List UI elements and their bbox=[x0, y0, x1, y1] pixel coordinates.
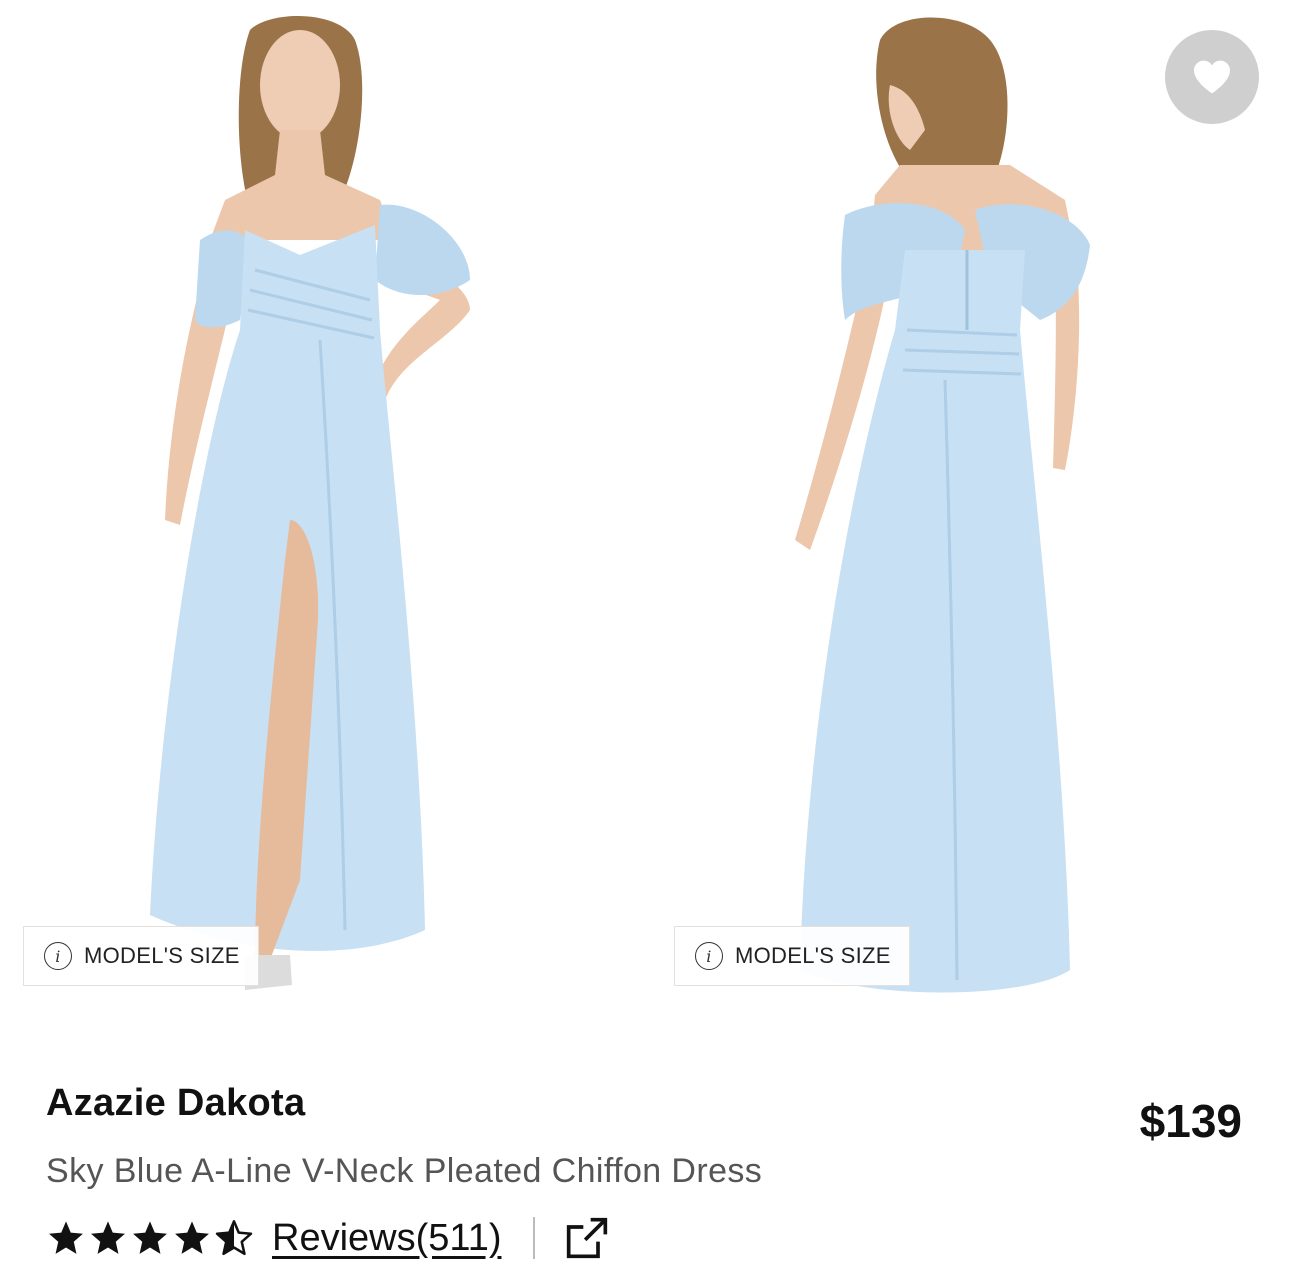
models-size-badge-back[interactable]: i MODEL'S SIZE bbox=[674, 926, 910, 986]
star-icon bbox=[49, 1221, 83, 1254]
product-photo-front[interactable]: i MODEL'S SIZE bbox=[0, 0, 645, 1030]
half-star-icon bbox=[215, 1220, 253, 1256]
model-back-illustration bbox=[645, 0, 1290, 1030]
product-title: Azazie Dakota bbox=[46, 1082, 306, 1124]
favorite-button[interactable] bbox=[1165, 30, 1259, 124]
product-price: $139 bbox=[1139, 1095, 1242, 1147]
star-rating[interactable] bbox=[46, 1219, 254, 1257]
product-photo-back[interactable]: i MODEL'S SIZE bbox=[645, 0, 1290, 1030]
star-icon bbox=[133, 1221, 167, 1254]
info-icon: i bbox=[695, 942, 723, 970]
info-icon: i bbox=[44, 942, 72, 970]
rating-row: Reviews(511) bbox=[46, 1208, 609, 1268]
star-icon bbox=[91, 1221, 125, 1254]
divider bbox=[533, 1217, 536, 1259]
product-gallery: i MODEL'S SIZE i MODEL'S SIZE bbox=[0, 0, 1290, 1030]
star-icon bbox=[175, 1221, 209, 1254]
share-button[interactable] bbox=[565, 1216, 609, 1260]
product-subtitle: Sky Blue A-Line V-Neck Pleated Chiffon D… bbox=[46, 1152, 763, 1190]
models-size-label: MODEL'S SIZE bbox=[735, 943, 891, 968]
models-size-label: MODEL'S SIZE bbox=[84, 943, 240, 968]
models-size-badge-front[interactable]: i MODEL'S SIZE bbox=[23, 926, 259, 986]
reviews-link[interactable]: Reviews(511) bbox=[272, 1217, 501, 1260]
share-external-icon bbox=[567, 1217, 608, 1259]
heart-icon bbox=[1194, 60, 1230, 94]
model-front-illustration bbox=[0, 0, 645, 1030]
